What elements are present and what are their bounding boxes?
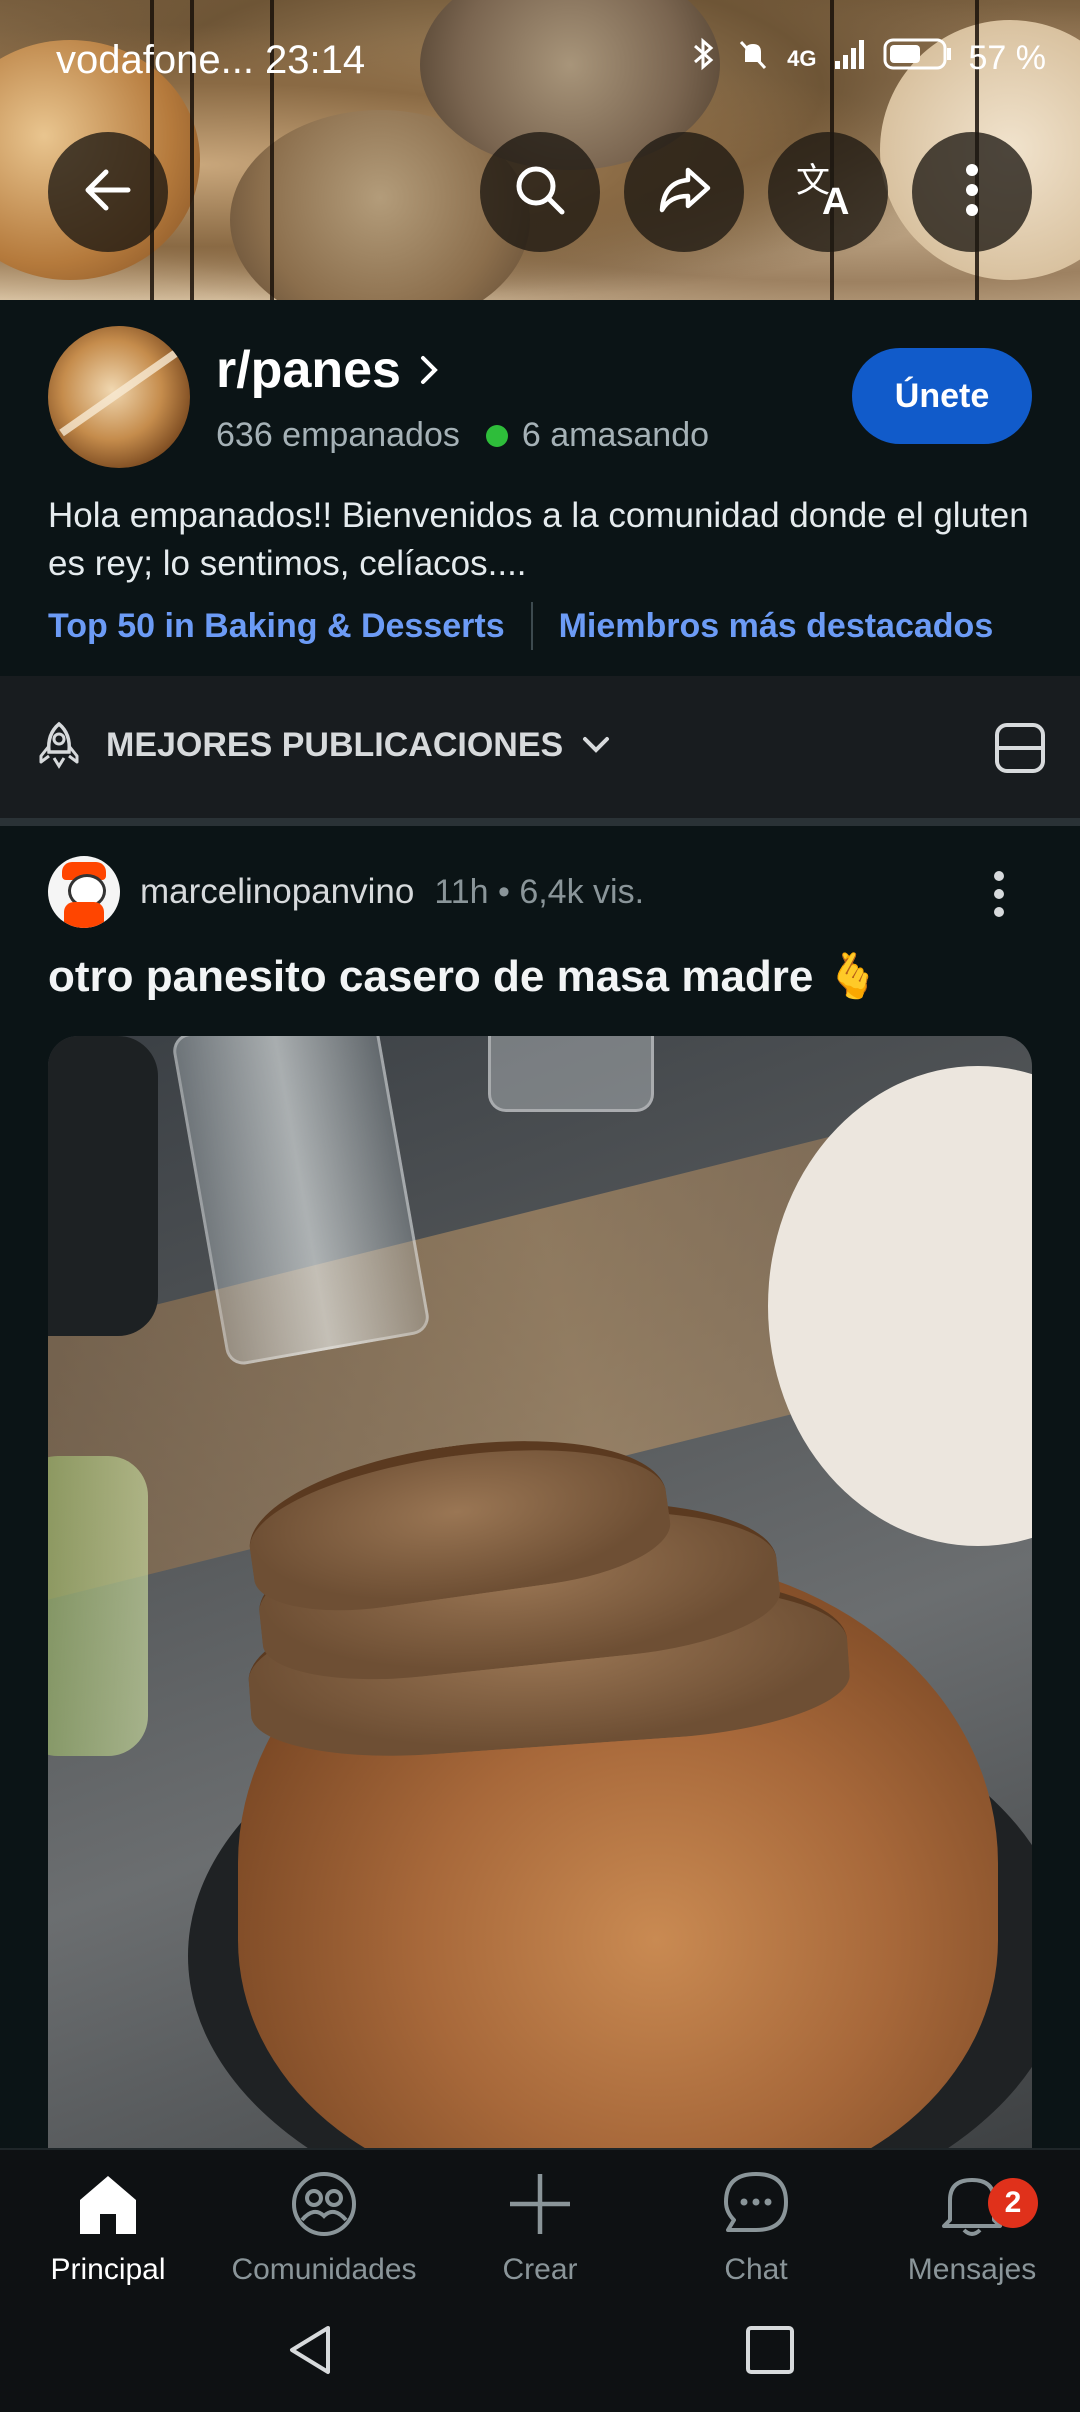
nav-chat[interactable]: Chat	[648, 2170, 864, 2287]
nav-communities-label: Comunidades	[231, 2253, 417, 2286]
chevron-down-icon	[581, 735, 611, 755]
image-vegetables	[48, 1456, 148, 1756]
section-divider	[0, 818, 1080, 826]
svg-text:A: A	[822, 181, 849, 222]
system-navigation-bar	[0, 2294, 1080, 2412]
battery-level: 57 %	[968, 39, 1047, 77]
bluetooth-icon	[689, 36, 719, 81]
post-meta: 11h • 6,4k vis.	[434, 872, 645, 911]
sort-bar: MEJORES PUBLICACIONES	[0, 676, 1080, 818]
translate-button[interactable]: 文A	[768, 132, 888, 252]
chat-icon	[720, 2170, 792, 2243]
avatar-bread-score	[59, 343, 187, 437]
status-bar: vodafone... 23:14 4G 57 %	[0, 0, 1080, 120]
post-header: marcelinopanvino 11h • 6,4k vis.	[48, 856, 644, 928]
status-icons: 4G 57 %	[689, 36, 1046, 81]
sort-label: MEJORES PUBLICACIONES	[106, 725, 564, 764]
member-count: 636 empanados	[216, 416, 460, 454]
communities-icon	[288, 2170, 360, 2243]
signal-icon	[833, 37, 867, 80]
community-header: r/panes 636 empanados 6 amasando Únete H…	[0, 300, 1080, 676]
carrier-time: vodafone... 23:14	[56, 38, 366, 82]
square-recents-icon	[744, 2326, 796, 2384]
nav-messages-label: Mensajes	[907, 2253, 1037, 2286]
plus-icon	[504, 2170, 576, 2243]
nav-communities[interactable]: Comunidades	[216, 2170, 432, 2287]
notification-badge: 2	[988, 2178, 1038, 2228]
mute-icon	[735, 36, 771, 81]
post-image[interactable]	[48, 1036, 1032, 2148]
nav-messages[interactable]: 2 Mensajes	[864, 2170, 1080, 2287]
user-avatar[interactable]	[48, 856, 120, 928]
avatar-body	[64, 902, 104, 928]
image-glass	[488, 1036, 654, 1112]
online-count: 6 amasando	[521, 416, 710, 454]
rocket-icon	[36, 720, 82, 770]
system-recents-button[interactable]	[744, 2320, 796, 2385]
community-stats: 636 empanados 6 amasando	[216, 416, 709, 455]
more-vertical-icon	[962, 158, 982, 227]
share-button[interactable]	[624, 132, 744, 252]
translate-icon: 文A	[794, 158, 862, 227]
bottom-navigation: Principal Comunidades Crear Chat 2 Mensa…	[0, 2148, 1080, 2296]
community-description[interactable]: Hola empanados!! Bienvenidos a la comuni…	[48, 492, 1048, 588]
image-bottle	[48, 1036, 158, 1336]
community-avatar[interactable]	[48, 326, 190, 468]
nav-create-label: Crear	[502, 2253, 578, 2286]
layout-card-icon	[994, 723, 1046, 778]
triangle-back-icon	[282, 2326, 338, 2384]
home-icon	[72, 2170, 144, 2243]
sort-dropdown[interactable]: MEJORES PUBLICACIONES	[36, 720, 611, 770]
community-links: Top 50 in Baking & Desserts Miembros más…	[48, 602, 993, 650]
more-options-button[interactable]	[912, 132, 1032, 252]
image-plate	[768, 1066, 1032, 1546]
search-button[interactable]	[480, 132, 600, 252]
chevron-right-icon	[417, 350, 441, 390]
share-icon	[652, 158, 716, 227]
back-arrow-icon	[76, 158, 140, 227]
layout-toggle-button[interactable]	[994, 722, 1046, 779]
nav-chat-label: Chat	[724, 2253, 788, 2286]
top-members-link[interactable]: Miembros más destacados	[559, 607, 994, 646]
link-divider	[530, 602, 533, 650]
nav-home-label: Principal	[50, 2253, 166, 2286]
community-name: r/panes	[216, 341, 401, 399]
online-dot-icon	[485, 424, 508, 447]
nav-home[interactable]: Principal	[0, 2170, 216, 2287]
more-vertical-icon	[984, 871, 1014, 928]
post-title[interactable]: otro panesito casero de masa madre 🫰	[48, 950, 880, 1002]
post-username[interactable]: marcelinopanvino	[140, 872, 414, 912]
join-button[interactable]: Únete	[852, 348, 1032, 444]
ranking-link[interactable]: Top 50 in Baking & Desserts	[48, 607, 505, 646]
community-name-row[interactable]: r/panes	[216, 340, 441, 400]
battery-icon	[883, 36, 953, 81]
nav-create[interactable]: Crear	[432, 2170, 648, 2287]
post-options-button[interactable]	[984, 864, 1014, 929]
system-back-button[interactable]	[282, 2320, 338, 2385]
back-button[interactable]	[48, 132, 168, 252]
network-indicator: 4G	[787, 45, 817, 71]
search-icon	[508, 158, 572, 227]
